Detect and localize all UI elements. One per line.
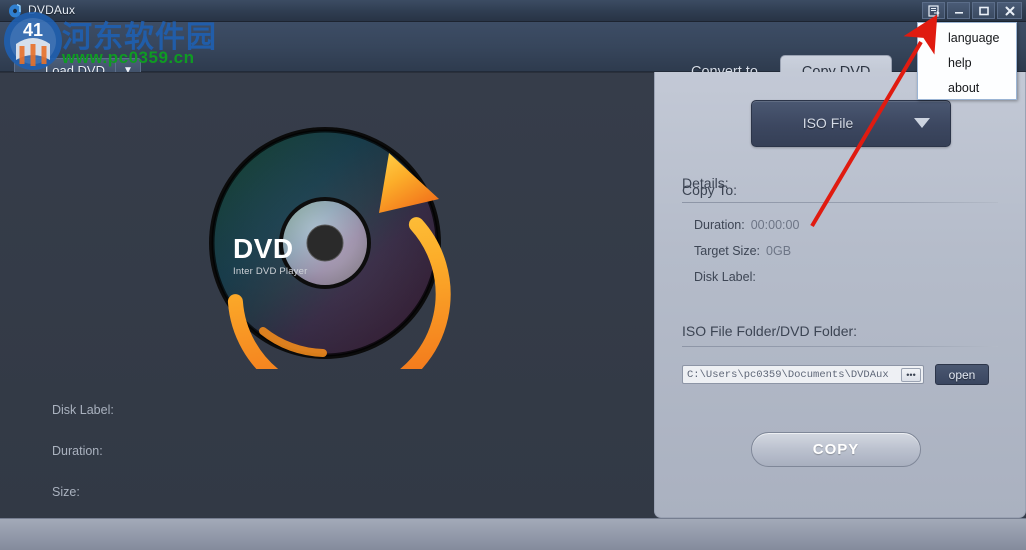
detail-duration-label: Duration: bbox=[694, 218, 745, 232]
minimize-button[interactable] bbox=[947, 2, 970, 19]
output-path-input[interactable]: C:\Users\pc0359\Documents\DVDAux ••• bbox=[682, 365, 924, 384]
app-disc-icon bbox=[8, 3, 24, 19]
copy-dvd-panel: Copy To: ISO File Details: Duration: 00:0… bbox=[654, 72, 1026, 518]
toolbar: Load DVD ▼ Convert to Copy DVD bbox=[0, 22, 1026, 90]
detail-target-size-value: 0GB bbox=[766, 244, 792, 258]
close-icon bbox=[1004, 5, 1016, 17]
details-divider bbox=[682, 202, 998, 203]
close-button[interactable] bbox=[997, 2, 1022, 19]
open-button[interactable]: open bbox=[935, 364, 989, 385]
detail-row: Duration: 00:00:00 bbox=[694, 218, 799, 232]
copy-button[interactable]: COPY bbox=[751, 432, 921, 467]
detail-duration-value: 00:00:00 bbox=[750, 218, 800, 232]
footer-bar bbox=[0, 518, 1026, 550]
copy-to-select[interactable]: ISO File bbox=[751, 100, 951, 147]
maximize-icon bbox=[978, 5, 990, 17]
stage-size-label: Size: bbox=[52, 485, 80, 499]
window-title: DVDAux bbox=[28, 3, 76, 17]
menu-item-about[interactable]: about bbox=[948, 81, 979, 95]
preview-area: DVD Inter DVD Player Disk Label: Duratio… bbox=[0, 73, 654, 519]
chevron-down-icon bbox=[914, 118, 930, 128]
folder-divider bbox=[682, 346, 998, 347]
iso-folder-label: ISO File Folder/DVD Folder: bbox=[682, 323, 858, 339]
stage-disk-label: Disk Label: bbox=[52, 403, 114, 417]
menu-button[interactable] bbox=[922, 2, 945, 19]
system-menu-popup: language help about bbox=[917, 22, 1017, 100]
menu-item-help[interactable]: help bbox=[948, 56, 972, 70]
path-row: C:\Users\pc0359\Documents\DVDAux ••• ope… bbox=[682, 364, 989, 385]
minimize-icon bbox=[953, 5, 965, 17]
browse-button[interactable]: ••• bbox=[901, 368, 921, 382]
copy-to-selected-value: ISO File bbox=[802, 115, 854, 131]
stage-duration-label: Duration: bbox=[52, 444, 103, 458]
detail-disk-label-label: Disk Label: bbox=[694, 270, 756, 284]
maximize-button[interactable] bbox=[972, 2, 995, 19]
window-controls bbox=[922, 2, 1022, 19]
source-info-group: Disk Label: Duration: Size: bbox=[52, 403, 114, 526]
application-window: DVDAux Load DVD ▼ DVD Inter DVD Player D… bbox=[0, 0, 1026, 550]
detail-row: Disk Label: bbox=[694, 270, 762, 284]
menu-item-language[interactable]: language bbox=[948, 31, 999, 45]
dvd-disc-illustration: DVD Inter DVD Player bbox=[203, 117, 455, 406]
menu-icon bbox=[927, 4, 940, 17]
detail-target-size-label: Target Size: bbox=[694, 244, 761, 258]
output-path-value: C:\Users\pc0359\Documents\DVDAux bbox=[687, 368, 889, 381]
title-bar: DVDAux bbox=[0, 0, 1026, 22]
details-label: Details: bbox=[682, 175, 729, 191]
detail-row: Target Size: 0GB bbox=[694, 244, 791, 258]
